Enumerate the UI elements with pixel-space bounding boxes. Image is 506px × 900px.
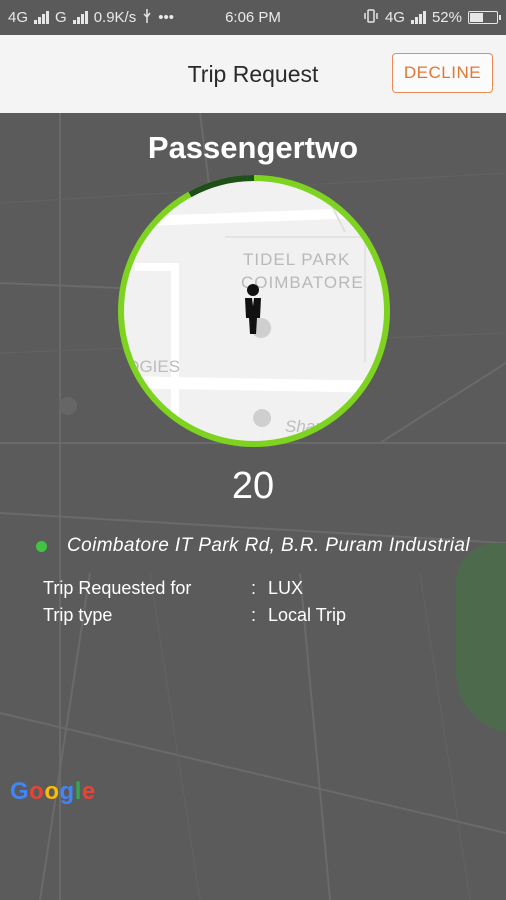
decline-button[interactable]: DECLINE: [392, 53, 493, 93]
info-colon: :: [251, 578, 257, 598]
pickup-dot-icon: [36, 540, 47, 552]
pickup-address: Coimbatore IT Park Rd, B.R. Puram Indust…: [67, 535, 471, 556]
info-value: Local Trip: [268, 605, 347, 625]
app-bar: Trip Request DECLINE: [0, 35, 506, 113]
pickup-address-row: Coimbatore IT Park Rd, B.R. Puram Indust…: [36, 535, 506, 557]
battery-icon: [468, 11, 501, 24]
google-logo: Google: [10, 778, 96, 805]
passenger-name: Passengertwo: [147, 130, 359, 165]
svg-text:TECHNOLOGIES: TECHNOLOGIES: [115, 357, 180, 376]
status-bar: 4G G 0.9K/s ••• 6:06 PM 4G 52%: [0, 0, 506, 35]
svg-text:TIDEL PARK: TIDEL PARK: [243, 250, 350, 269]
pickup-map-preview: TIDEL PARK COIMBATORE WIPRO TECHNOLOGIES…: [115, 172, 393, 450]
status-time: 6:06 PM: [225, 9, 281, 26]
countdown-timer: 20: [231, 465, 275, 507]
info-label: Trip Requested for: [43, 578, 192, 598]
info-value: LUX: [268, 578, 304, 598]
svg-text:COIMBATORE: COIMBATORE: [241, 273, 364, 292]
info-label: Trip type: [43, 605, 113, 625]
info-colon: :: [251, 605, 257, 625]
